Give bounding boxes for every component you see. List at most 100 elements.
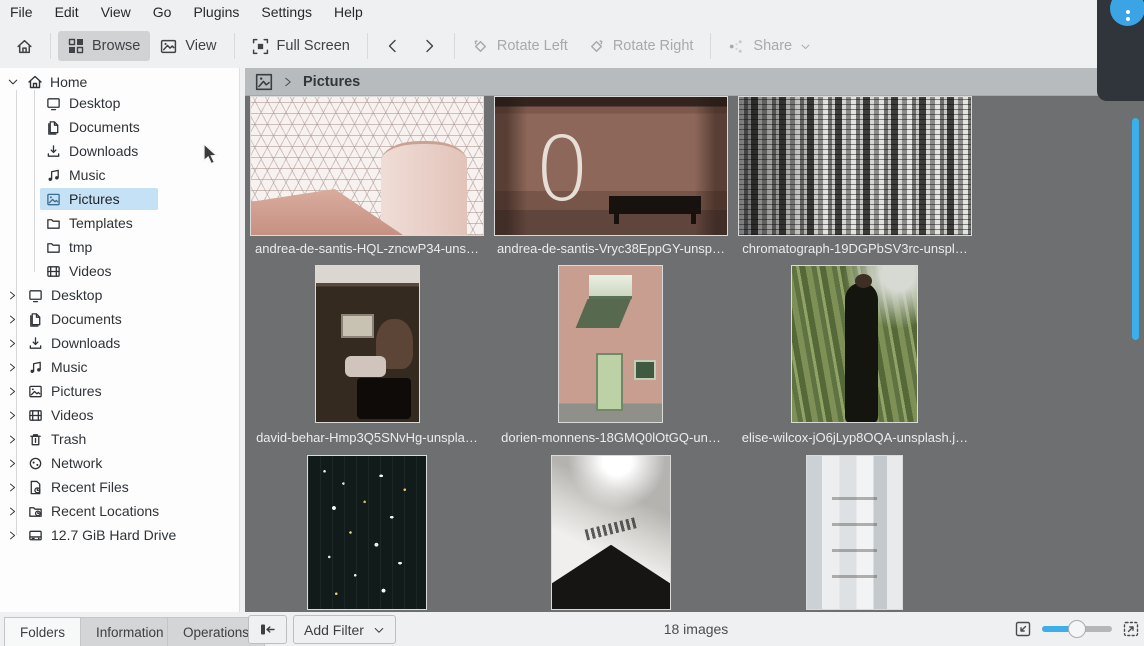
chevron-right-icon[interactable] xyxy=(7,410,18,421)
thumbnail-filename[interactable]: andrea-de-santis-Vryc38EppGY-unsp… xyxy=(494,241,728,256)
view-button[interactable]: View xyxy=(150,31,226,62)
photo-zero-glyph: 0 xyxy=(534,117,590,220)
chevron-right-icon[interactable] xyxy=(7,386,18,397)
home-button[interactable] xyxy=(6,31,43,62)
thumbnail-computer-person[interactable] xyxy=(315,265,420,423)
thumbnail-size-slider[interactable] xyxy=(1042,620,1112,638)
toolbar-separator xyxy=(710,33,711,59)
back-button[interactable] xyxy=(375,31,411,61)
collapse-sidebar-button[interactable] xyxy=(248,615,287,644)
menu-settings[interactable]: Settings xyxy=(261,4,312,20)
sidebar-item-videos-places[interactable]: Videos xyxy=(0,404,239,426)
thumbnail-filename[interactable]: chromatograph-19DGPbSV3rc-unspl… xyxy=(738,241,972,256)
add-filter-label: Add Filter xyxy=(304,622,364,638)
rotate-left-button[interactable]: Rotate Left xyxy=(462,31,578,62)
sidebar-item-desktop[interactable]: Desktop xyxy=(0,92,239,114)
sidebar-item-desktop-places[interactable]: Desktop xyxy=(0,284,239,306)
menu-go[interactable]: Go xyxy=(153,4,172,20)
sidebar-item-network[interactable]: Network xyxy=(0,452,239,474)
sidebar-item-label: Recent Files xyxy=(51,479,129,495)
share-button[interactable]: Share xyxy=(718,31,821,62)
chevron-right-icon[interactable] xyxy=(7,434,18,445)
toolbar: Browse View Full Screen xyxy=(0,24,1144,68)
chevron-right-icon[interactable] xyxy=(7,506,18,517)
tab-label: Folders xyxy=(20,625,65,640)
toolbar-separator xyxy=(454,33,455,59)
chevron-right-icon[interactable] xyxy=(7,338,18,349)
desktop-icon xyxy=(28,288,43,303)
tab-label: Operations xyxy=(183,625,249,640)
thumbnail-filename[interactable]: david-behar-Hmp3Q5SNvHg-unspla… xyxy=(250,430,484,445)
sidebar-item-tmp[interactable]: tmp xyxy=(0,236,239,258)
sidebar-item-music-places[interactable]: Music xyxy=(0,356,239,378)
menu-plugins[interactable]: Plugins xyxy=(193,4,239,20)
full-screen-button[interactable]: Full Screen xyxy=(242,31,360,62)
menu-view[interactable]: View xyxy=(101,4,131,20)
sidebar-item-label: Trash xyxy=(51,431,86,447)
sidebar-item-label: Templates xyxy=(69,215,133,231)
sidebar-item-pictures-places[interactable]: Pictures xyxy=(0,380,239,402)
sidebar-item-trash[interactable]: Trash xyxy=(0,428,239,450)
menu-file[interactable]: File xyxy=(10,4,33,20)
chevron-right-icon[interactable] xyxy=(7,290,18,301)
photo-detail xyxy=(552,545,670,609)
sidebar-item-recent-files[interactable]: Recent Files xyxy=(0,476,239,498)
thumbnail-cornfield[interactable] xyxy=(791,265,918,423)
thumbnail-green-door[interactable] xyxy=(558,265,663,423)
browse-button[interactable]: Browse xyxy=(58,31,150,61)
sidebar-item-label: Downloads xyxy=(69,143,138,159)
thumbnail-baroque-interior[interactable] xyxy=(806,455,903,610)
sidebar-item-recent-locations[interactable]: Recent Locations xyxy=(0,500,239,522)
thumbnail-ceiling-corner[interactable] xyxy=(551,455,671,610)
home-icon xyxy=(27,74,43,90)
sidebar-item-label: Documents xyxy=(69,119,140,135)
pictures-icon xyxy=(28,384,43,399)
photo-detail xyxy=(345,356,386,376)
zoom-full-icon[interactable] xyxy=(1123,621,1139,637)
thumbnail-night-city[interactable] xyxy=(307,455,427,610)
trash-icon xyxy=(28,432,43,447)
menu-help[interactable]: Help xyxy=(334,4,363,20)
breadcrumb-location[interactable]: Pictures xyxy=(303,74,360,90)
hard-drive-icon xyxy=(28,528,43,543)
sidebar-item-pictures[interactable]: Pictures xyxy=(0,188,239,210)
sidebar-item-documents[interactable]: Documents xyxy=(0,116,239,138)
chevron-right-icon[interactable] xyxy=(7,458,18,469)
zoom-fit-icon[interactable] xyxy=(1015,621,1031,637)
sidebar-item-music[interactable]: Music xyxy=(0,164,239,186)
thumbnail-museum-roof[interactable] xyxy=(250,96,484,236)
sidebar-item-documents-places[interactable]: Documents xyxy=(0,308,239,330)
folder-icon xyxy=(46,216,61,231)
chevron-right-icon[interactable] xyxy=(7,482,18,493)
sidebar-item-templates[interactable]: Templates xyxy=(0,212,239,234)
chevron-right-icon[interactable] xyxy=(7,314,18,325)
toolbar-separator xyxy=(50,33,51,59)
vertical-scrollbar[interactable] xyxy=(1132,118,1139,340)
music-icon xyxy=(46,168,61,183)
add-filter-dropdown[interactable]: Add Filter xyxy=(293,615,396,644)
collapse-panel-icon xyxy=(259,622,276,637)
chevron-down-icon[interactable] xyxy=(7,76,19,88)
thumbnail-filename[interactable]: elise-wilcox-jO6jLyp8OQA-unsplash.j… xyxy=(738,430,972,445)
sidebar-item-label: Recent Locations xyxy=(51,503,159,519)
chevron-right-icon[interactable] xyxy=(7,362,18,373)
forward-button[interactable] xyxy=(411,31,447,61)
sidebar-item-hard-drive[interactable]: 12.7 GiB Hard Drive xyxy=(0,524,239,546)
thumbnail-filename[interactable]: andrea-de-santis-HQL-zncwP34-uns… xyxy=(250,241,484,256)
sidebar-item-videos[interactable]: Videos xyxy=(0,260,239,282)
sidebar-item-downloads-places[interactable]: Downloads xyxy=(0,332,239,354)
rotate-left-label: Rotate Left xyxy=(497,38,568,54)
tab-information[interactable]: Information xyxy=(80,617,180,646)
thumbnail-filename[interactable]: dorien-monnens-18GMQ0lOtGQ-un… xyxy=(494,430,728,445)
image-icon[interactable] xyxy=(255,73,273,91)
thumbnail-highrise[interactable] xyxy=(738,96,972,236)
browse-grid-icon xyxy=(68,38,84,54)
rotate-right-button[interactable]: Rotate Right xyxy=(578,31,704,62)
thumbnail-zero-room[interactable]: 0 xyxy=(494,96,728,236)
slider-knob[interactable] xyxy=(1068,620,1086,638)
chevron-right-icon[interactable] xyxy=(7,530,18,541)
sidebar-item-home[interactable]: Home xyxy=(0,71,239,93)
fullscreen-icon xyxy=(252,38,269,55)
menu-edit[interactable]: Edit xyxy=(55,4,79,20)
tab-folders[interactable]: Folders xyxy=(4,617,81,646)
